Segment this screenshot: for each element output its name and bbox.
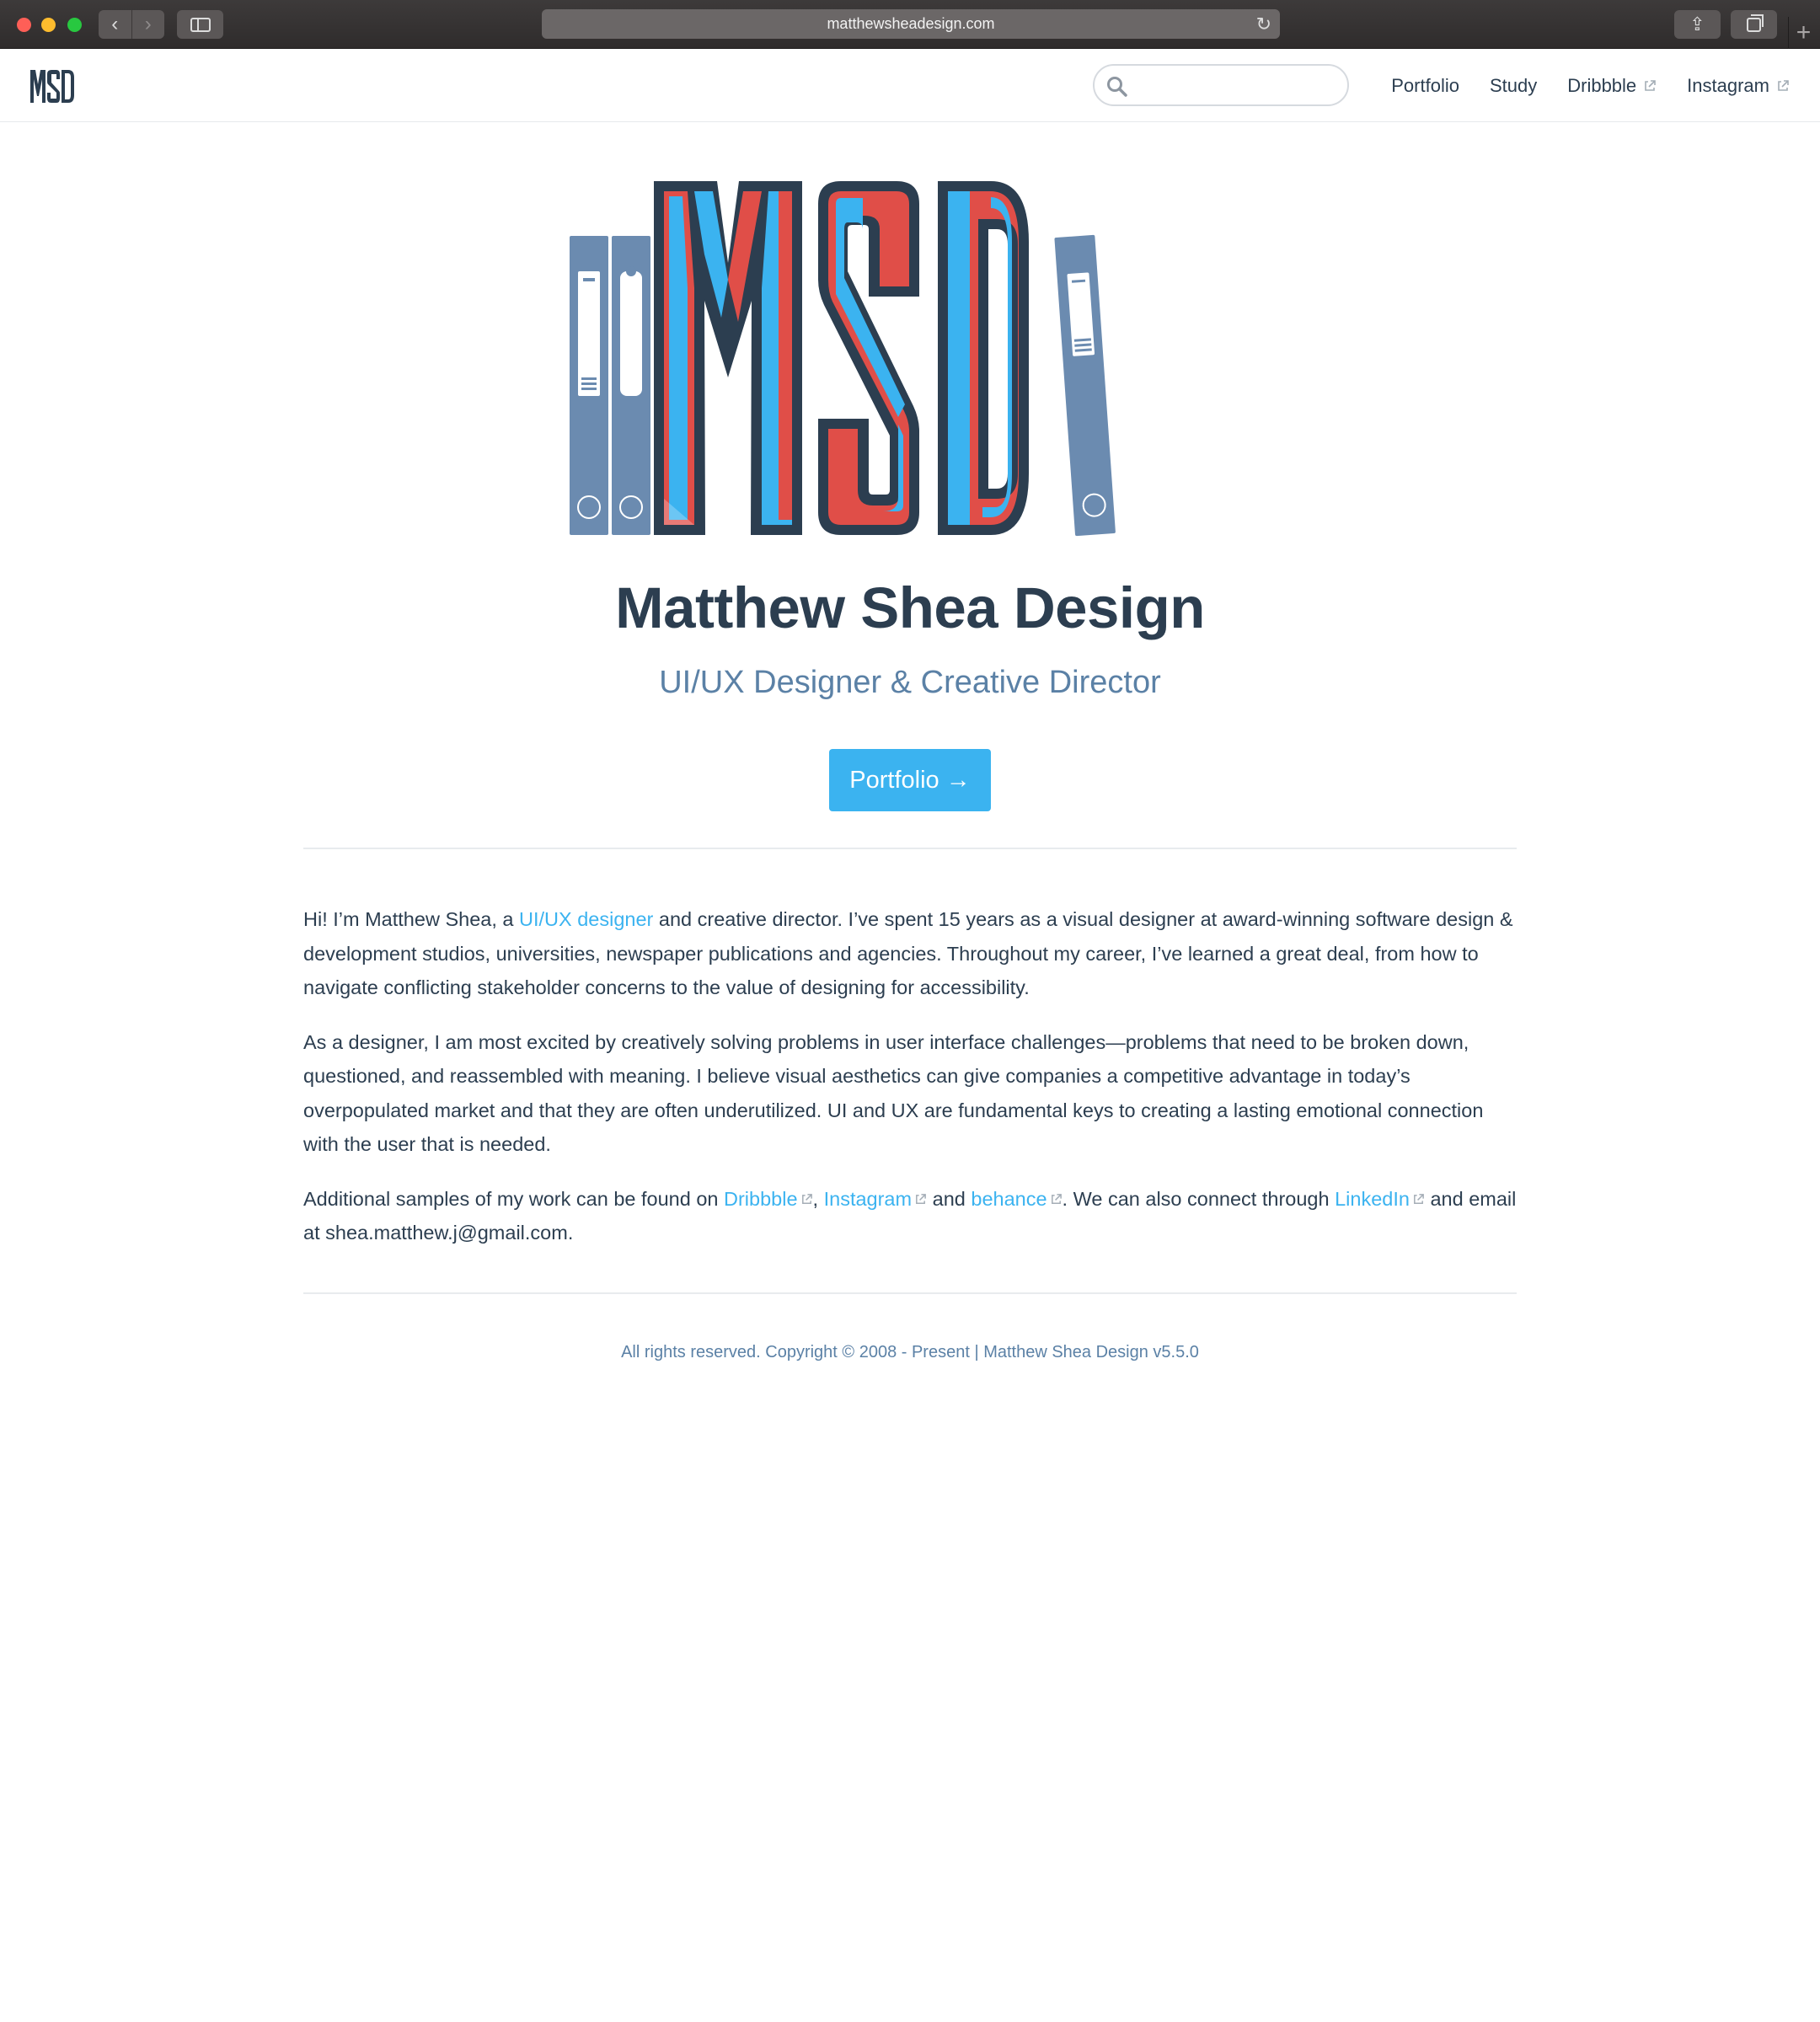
binder-icon — [1054, 234, 1116, 537]
letter-s-graphic — [818, 181, 919, 535]
plus-icon: + — [1796, 19, 1812, 46]
url-text: matthewsheadesign.com — [827, 15, 995, 32]
divider — [303, 848, 1517, 849]
forward-button[interactable]: › — [131, 10, 165, 39]
page-title: Matthew Shea Design — [615, 575, 1205, 640]
share-button[interactable]: ⇪ — [1674, 10, 1721, 39]
about-paragraph: Additional samples of my work can be fou… — [303, 1182, 1517, 1250]
page-subtitle: UI/UX Designer & Creative Director — [659, 665, 1161, 700]
reload-icon[interactable]: ↻ — [1256, 13, 1271, 35]
uiux-designer-link[interactable]: UI/UX designer — [519, 908, 653, 930]
address-bar[interactable]: matthewsheadesign.com ↻ — [542, 9, 1280, 39]
sidebar-toggle-button[interactable] — [177, 10, 223, 39]
about-paragraph: As a designer, I am most excited by crea… — [303, 1030, 1484, 1156]
external-link-icon — [1778, 79, 1789, 91]
nav-label: Study — [1489, 74, 1538, 96]
tabs-icon — [1747, 13, 1764, 32]
new-tab-button[interactable]: + — [1788, 17, 1818, 49]
binder-icon — [612, 236, 650, 535]
search-icon — [1107, 77, 1127, 97]
external-link-icon — [916, 1193, 926, 1204]
external-link-icon — [1414, 1193, 1424, 1204]
nav-label: Dribbble — [1567, 74, 1637, 96]
maximize-window-button[interactable] — [67, 18, 82, 32]
share-icon: ⇪ — [1689, 13, 1705, 35]
about-section: Hi! I’m Matthew Shea, a UI/UX designer a… — [303, 902, 1517, 1270]
letter-m-graphic — [654, 181, 802, 535]
back-button[interactable]: ‹ — [99, 10, 131, 39]
text: Additional samples of my work can be fou… — [303, 1187, 724, 1210]
linkedin-link[interactable]: LinkedIn — [1335, 1188, 1425, 1210]
text: . We can also connect through — [1062, 1187, 1336, 1210]
dribbble-link[interactable]: Dribbble — [724, 1188, 813, 1210]
behance-link[interactable]: behance — [971, 1188, 1062, 1210]
link-label: behance — [971, 1187, 1047, 1210]
binder-icon — [570, 236, 608, 535]
search-field[interactable] — [1093, 64, 1349, 106]
text: and — [927, 1187, 972, 1210]
msd-hero-illustration — [570, 181, 1116, 537]
external-link-icon — [801, 1193, 812, 1204]
nav-portfolio[interactable]: Portfolio — [1391, 75, 1459, 97]
link-label: Dribbble — [724, 1187, 798, 1210]
text: , — [812, 1187, 824, 1210]
footer-copyright: All rights reserved. Copyright © 2008 - … — [621, 1343, 1199, 1361]
nav-instagram[interactable]: Instagram — [1687, 75, 1790, 97]
link-label: LinkedIn — [1335, 1187, 1410, 1210]
about-paragraph: Hi! I’m Matthew Shea, a UI/UX designer a… — [303, 902, 1517, 1005]
chevron-left-icon: ‹ — [111, 13, 119, 35]
site-logo[interactable] — [29, 67, 76, 104]
chevron-right-icon: › — [144, 13, 152, 35]
nav-study[interactable]: Study — [1490, 75, 1537, 97]
instagram-link[interactable]: Instagram — [824, 1188, 928, 1210]
main-nav: Portfolio Study Dribbble Instagram — [1391, 49, 1790, 122]
browser-toolbar: ‹ › matthewsheadesign.com ↻ ⇪ + — [0, 0, 1820, 49]
link-label: Instagram — [823, 1187, 913, 1210]
portfolio-cta-button[interactable]: Portfolio → — [829, 749, 991, 811]
show-tabs-button[interactable] — [1731, 10, 1777, 39]
close-window-button[interactable] — [17, 18, 31, 32]
history-buttons: ‹ › — [99, 10, 164, 39]
msd-logo-mark — [30, 70, 74, 103]
letter-d-graphic — [938, 181, 1029, 535]
site-header: Portfolio Study Dribbble Instagram — [0, 49, 1820, 122]
search-input[interactable] — [1135, 71, 1334, 99]
divider — [303, 1292, 1517, 1294]
nav-dribbble[interactable]: Dribbble — [1567, 75, 1657, 97]
minimize-window-button[interactable] — [41, 18, 56, 32]
external-link-icon — [1645, 79, 1656, 91]
external-link-icon — [1051, 1193, 1062, 1204]
text: Hi! I’m Matthew Shea, a — [303, 908, 519, 930]
sidebar-icon — [190, 17, 211, 32]
nav-label: Instagram — [1687, 74, 1769, 96]
nav-label: Portfolio — [1391, 74, 1459, 96]
